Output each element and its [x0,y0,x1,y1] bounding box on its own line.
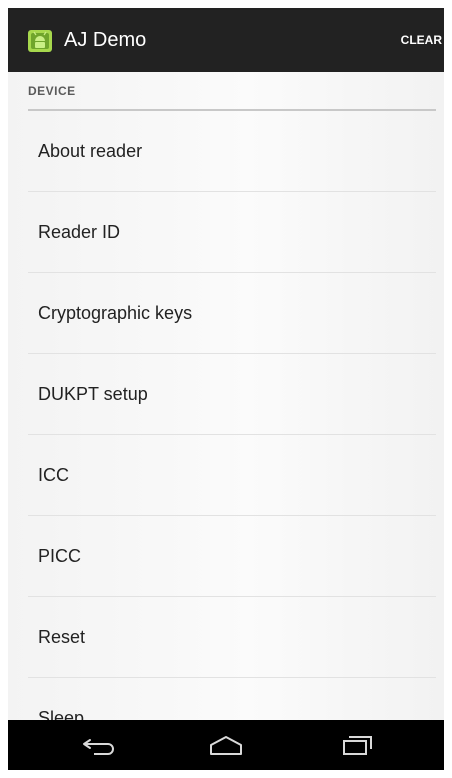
list-item-sleep[interactable]: Sleep [28,678,436,721]
recent-apps-icon[interactable] [328,720,388,770]
list-item-reset[interactable]: Reset [28,597,436,678]
list-item-cryptographic-keys[interactable]: Cryptographic keys [28,273,436,354]
section-header-device: DEVICE [28,72,436,111]
app-title: AJ Demo [64,28,147,51]
clear-button[interactable]: CLEAR [393,25,444,55]
list-item-reader-id[interactable]: Reader ID [28,192,436,273]
list-item-about-reader[interactable]: About reader [28,111,436,192]
home-icon[interactable] [196,720,256,770]
list-item-picc[interactable]: PICC [28,516,436,597]
navigation-bar [8,720,444,770]
list-item-dukpt-setup[interactable]: DUKPT setup [28,354,436,435]
settings-list[interactable]: DEVICE About reader Reader ID Cryptograp… [8,72,444,720]
action-bar: AJ Demo CLEAR [8,8,444,72]
list-item-icc[interactable]: ICC [28,435,436,516]
screen: AJ Demo CLEAR DEVICE About reader Reader… [8,8,444,770]
android-app-icon[interactable] [26,26,54,54]
back-icon[interactable] [70,720,130,770]
